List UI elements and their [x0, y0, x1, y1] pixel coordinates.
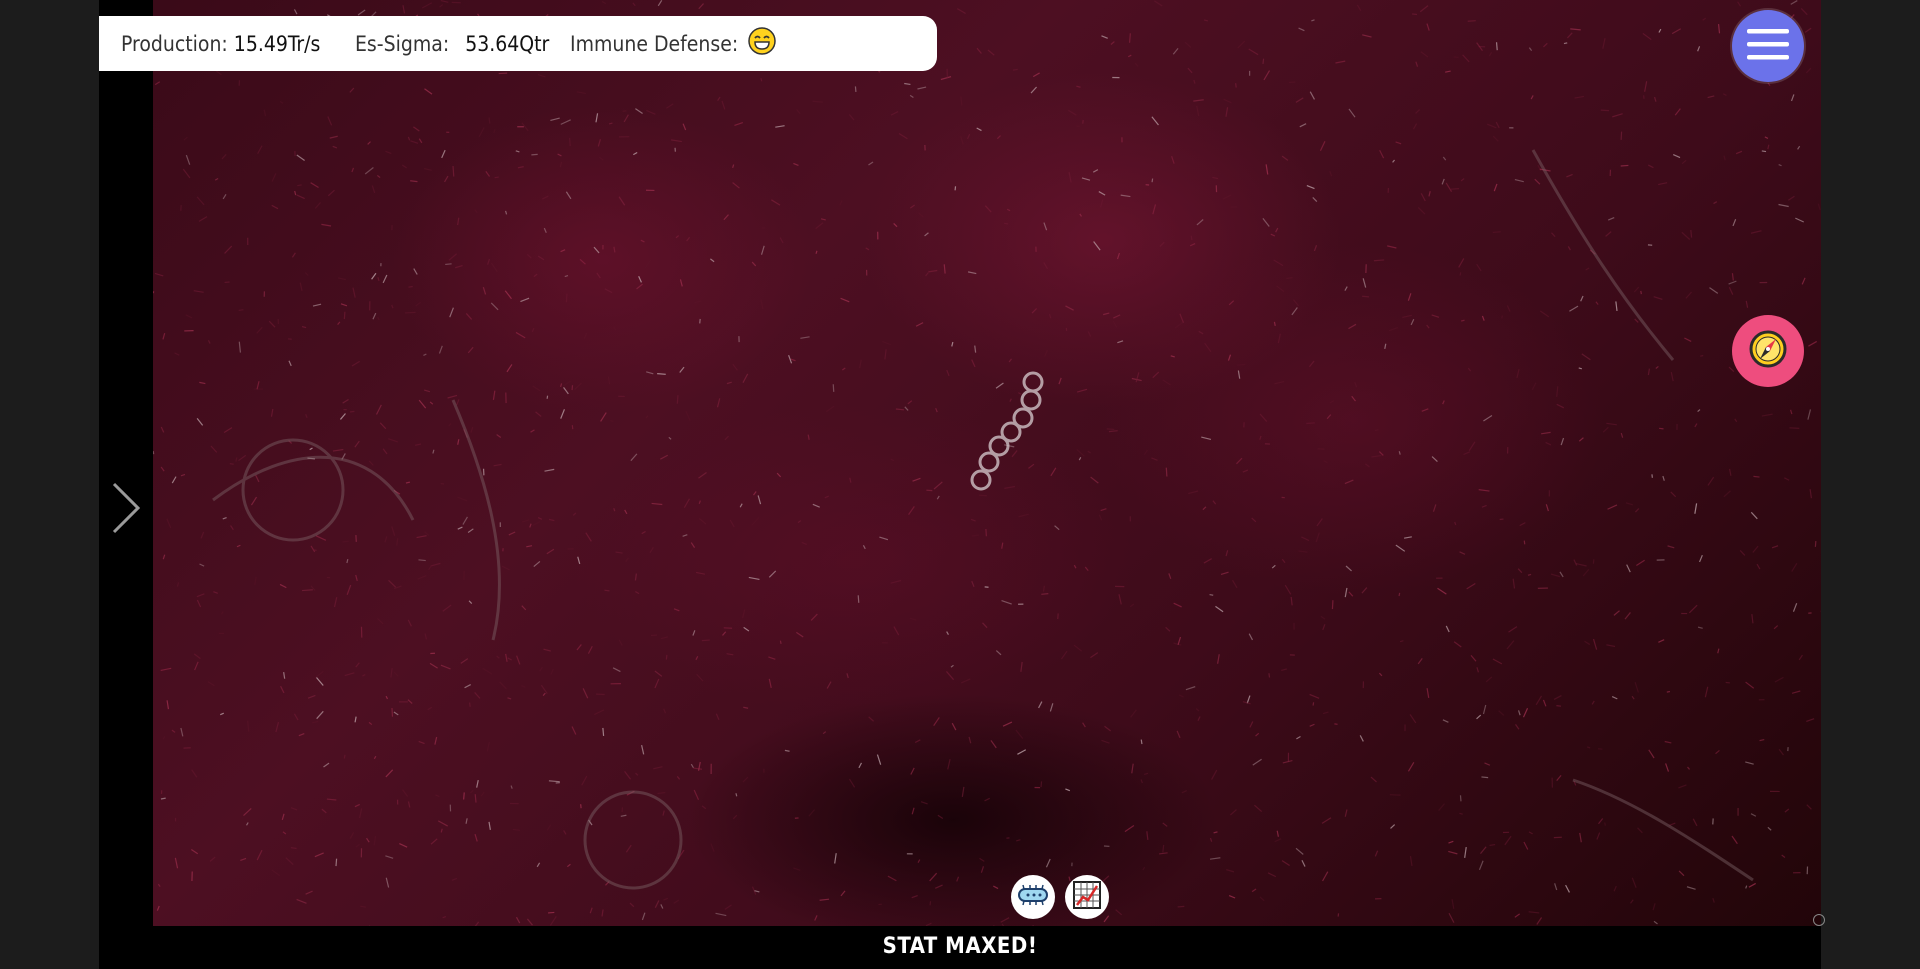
bacteria-icon [1016, 884, 1050, 910]
organism-chain [970, 371, 1044, 491]
side-panel-toggle[interactable] [108, 480, 144, 540]
essigma-stat: Es-Sigma: 53.64Qtr [355, 16, 549, 71]
stats-button[interactable] [1065, 875, 1109, 919]
tissue-canvas[interactable] [153, 0, 1821, 926]
hamburger-menu-icon [1747, 27, 1789, 65]
compass-button[interactable] [1732, 315, 1804, 387]
game-viewport: Production: 15.49Tr/s Es-Sigma: 53.64Qtr… [99, 0, 1821, 969]
laughing-face-icon [748, 27, 776, 60]
chevron-right-icon [108, 482, 144, 540]
essigma-value: 53.64Qtr [465, 31, 550, 56]
immune-defense-label: Immune Defense: [570, 31, 739, 56]
production-value: 15.49Tr/s [233, 31, 321, 56]
essigma-label: Es-Sigma: [355, 31, 450, 56]
production-stat: Production: 15.49Tr/s [121, 16, 320, 71]
tissue-texture [153, 0, 1821, 926]
stats-chart-icon [1071, 879, 1103, 915]
bottom-toolbar [1011, 875, 1109, 919]
immune-defense-stat: Immune Defense: [570, 16, 776, 71]
corner-indicator [1813, 914, 1825, 926]
resource-bar: Production: 15.49Tr/s Es-Sigma: 53.64Qtr… [99, 16, 937, 71]
menu-button[interactable] [1732, 10, 1804, 82]
stat-maxed-label: STAT MAXED! [882, 934, 1038, 959]
bacteria-button[interactable] [1011, 875, 1055, 919]
compass-icon [1748, 329, 1788, 373]
production-label: Production: [121, 31, 228, 56]
